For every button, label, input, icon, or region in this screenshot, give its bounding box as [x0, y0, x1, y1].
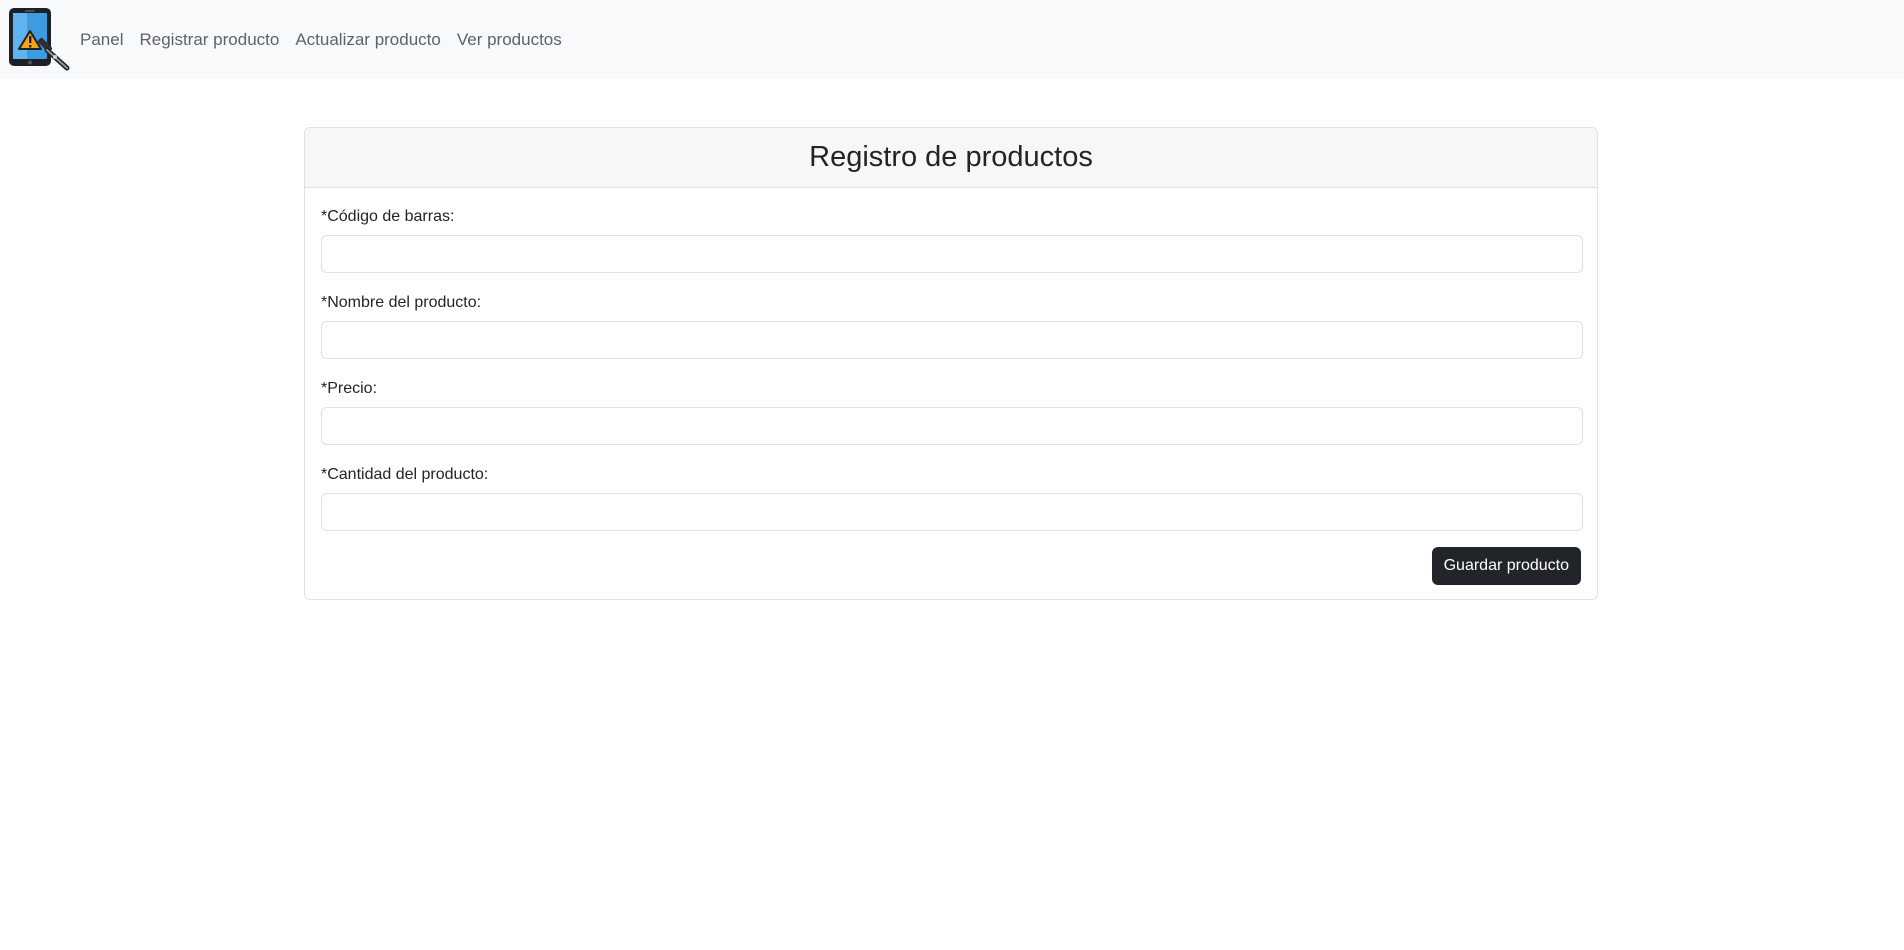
- phone-repair-warning-icon[interactable]: [8, 7, 72, 71]
- product-name-input[interactable]: [321, 321, 1583, 359]
- nav-link-ver-productos[interactable]: Ver productos: [457, 30, 562, 50]
- quantity-input[interactable]: [321, 493, 1583, 531]
- top-navbar: Panel Registrar producto Actualizar prod…: [0, 0, 1904, 79]
- nav-link-panel[interactable]: Panel: [80, 30, 123, 50]
- quantity-label: *Cantidad del producto:: [321, 466, 489, 483]
- price-label: *Precio:: [321, 380, 378, 397]
- product-name-label: *Nombre del producto:: [321, 294, 482, 311]
- barcode-input[interactable]: [321, 235, 1583, 273]
- price-input[interactable]: [321, 407, 1583, 445]
- product-registration-card: Registro de productos *Código de barras:…: [304, 127, 1598, 600]
- save-product-button[interactable]: Guardar producto: [1431, 547, 1581, 585]
- page-title: Registro de productos: [809, 141, 1093, 173]
- barcode-label: *Código de barras:: [321, 208, 455, 225]
- nav-link-actualizar-producto[interactable]: Actualizar producto: [295, 30, 441, 50]
- card-header: Registro de productos: [305, 128, 1597, 188]
- nav-links: Panel Registrar producto Actualizar prod…: [80, 0, 578, 79]
- nav-link-registrar-producto[interactable]: Registrar producto: [139, 30, 279, 50]
